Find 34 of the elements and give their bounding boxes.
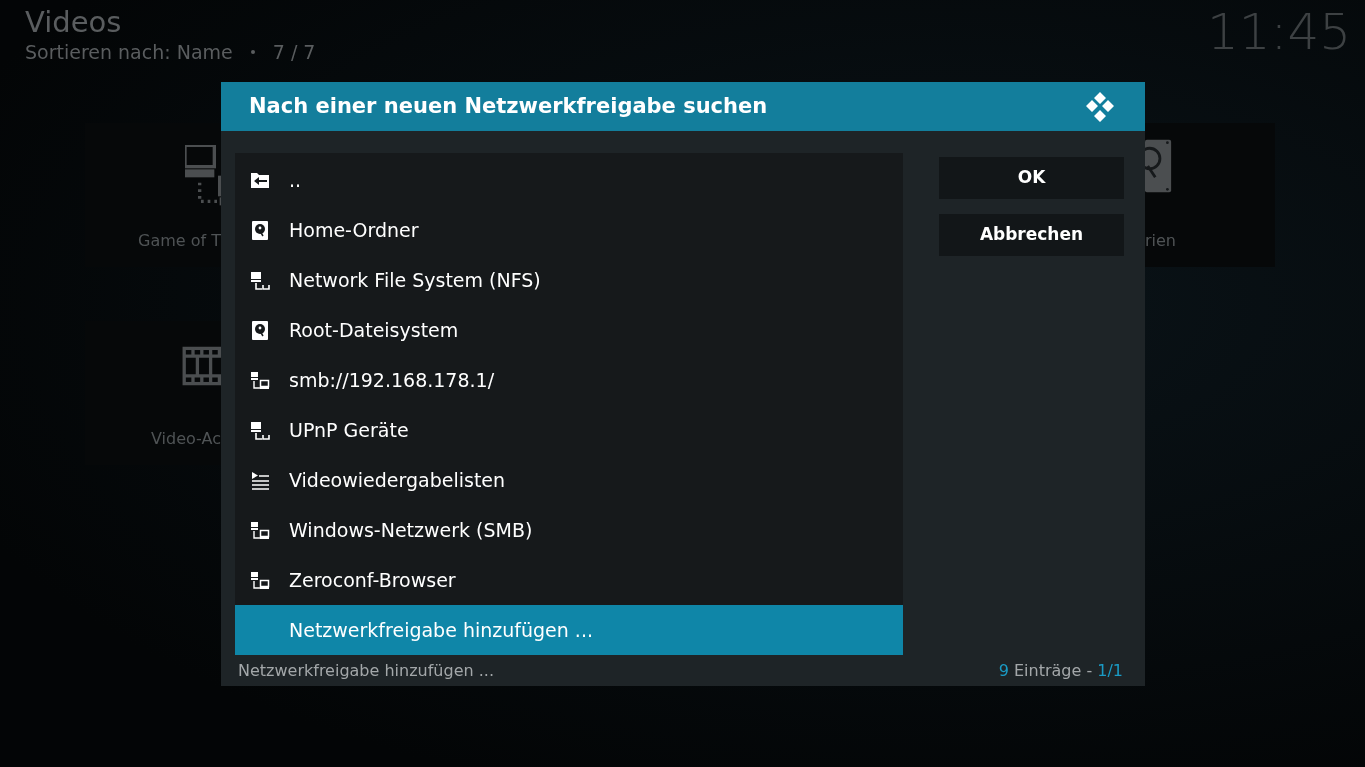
tile-label: rien: [1145, 230, 1176, 252]
network-icon: [185, 145, 221, 207]
item-label: Videowiedergabelisten: [289, 467, 506, 493]
entry-count: 9 Einträge - 1/1: [998, 660, 1123, 682]
clock: 11:45: [1206, 2, 1351, 62]
tile-label: Game of T: [138, 230, 221, 252]
list-item[interactable]: smb://192.168.178.1/: [235, 355, 903, 405]
ok-button[interactable]: OK: [939, 157, 1124, 199]
item-label: Network File System (NFS): [289, 267, 541, 293]
item-label: Windows-Netzwerk (SMB): [289, 517, 533, 543]
item-label: Zeroconf-Browser: [289, 567, 456, 593]
list-item[interactable]: Videowiedergabelisten: [235, 455, 903, 505]
tile-label: Video-Ac: [151, 428, 221, 450]
item-label: UPnP Geräte: [289, 417, 409, 443]
item-label: Netzwerkfreigabe hinzufügen ...: [289, 617, 593, 643]
page-title: Videos: [25, 4, 123, 40]
item-label: Root-Dateisystem: [289, 317, 459, 343]
separator-dot: [250, 50, 255, 54]
cancel-button[interactable]: Abbrechen: [939, 214, 1124, 256]
dialog-title: Nach einer neuen Netzwerkfreigabe suchen: [249, 92, 768, 120]
list-item[interactable]: ..: [235, 155, 903, 205]
list-item[interactable]: UPnP Geräte: [235, 405, 903, 455]
list-item[interactable]: Root-Dateisystem: [235, 305, 903, 355]
list-item[interactable]: Home-Ordner: [235, 205, 903, 255]
sort-label: Sortieren nach: Name: [25, 40, 233, 64]
item-label: Home-Ordner: [289, 217, 419, 243]
selection-label: Netzwerkfreigabe hinzufügen ...: [238, 660, 494, 682]
list-item[interactable]: Network File System (NFS): [235, 255, 903, 305]
item-count: 7 / 7: [272, 40, 316, 64]
item-label: ..: [289, 167, 302, 193]
list-item[interactable]: Netzwerkfreigabe hinzufügen ...: [235, 605, 903, 655]
item-label: smb://192.168.178.1/: [289, 367, 495, 393]
list-item[interactable]: Windows-Netzwerk (SMB): [235, 505, 903, 555]
list-item[interactable]: Zeroconf-Browser: [235, 555, 903, 605]
